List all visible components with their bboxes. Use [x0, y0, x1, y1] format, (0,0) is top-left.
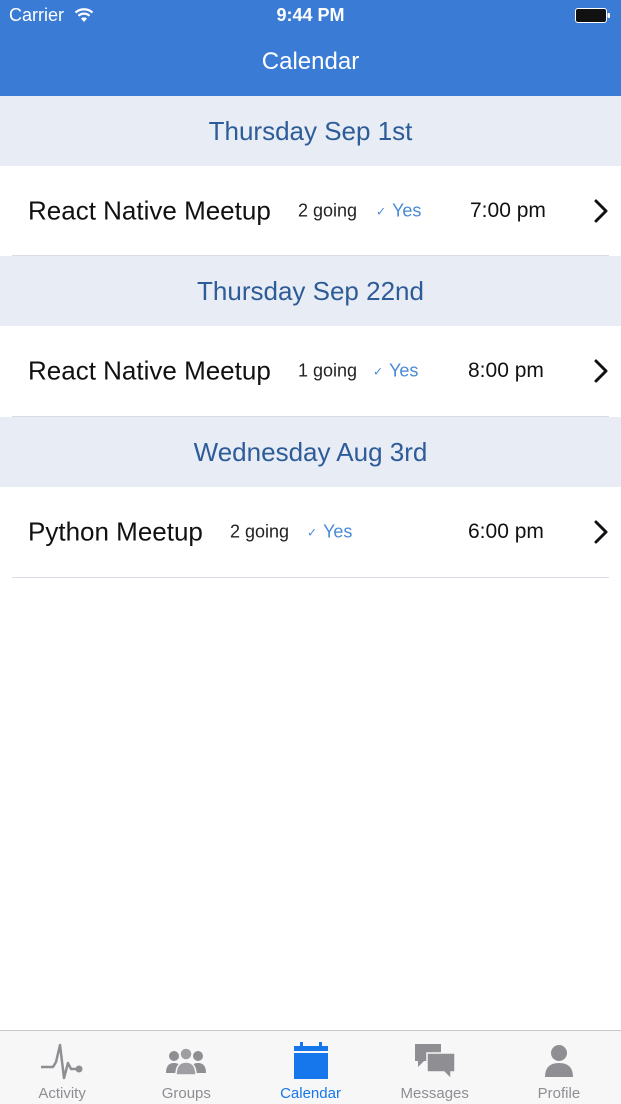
tab-activity[interactable]: Activity: [0, 1031, 124, 1104]
event-title: React Native Meetup: [28, 355, 271, 386]
tab-bar: Activity Groups Calendar Messages Profil…: [0, 1030, 621, 1104]
event-time: 6:00 pm: [468, 520, 544, 543]
date-section-header: Thursday Sep 22nd: [0, 256, 621, 326]
groups-icon: [166, 1047, 207, 1076]
event-title: Python Meetup: [28, 516, 203, 547]
tab-label: Profile: [537, 1085, 581, 1102]
profile-icon: [544, 1045, 573, 1077]
tab-groups[interactable]: Groups: [124, 1031, 248, 1104]
rsvp-label: Yes: [389, 360, 419, 381]
tab-label: Messages: [400, 1085, 469, 1102]
calendar-icon: [293, 1042, 328, 1079]
date-section-header: Wednesday Aug 3rd: [0, 417, 621, 487]
rsvp-label: Yes: [392, 200, 422, 221]
event-time: 7:00 pm: [470, 199, 546, 222]
status-time: 9:44 PM: [276, 5, 345, 25]
event-row[interactable]: React Native Meetup 1 going ✓ Yes 8:00 pm: [0, 326, 621, 416]
event-title: React Native Meetup: [28, 195, 271, 226]
tab-profile[interactable]: Profile: [497, 1031, 621, 1104]
event-going-count: 1 going: [298, 360, 358, 381]
event-going-count: 2 going: [230, 521, 290, 542]
nav-header: Carrier 9:44 PM Calendar: [0, 0, 621, 96]
event-row[interactable]: React Native Meetup 2 going ✓ Yes 7:00 pm: [0, 166, 621, 256]
tab-messages[interactable]: Messages: [373, 1031, 497, 1104]
event-rsvp-status: ✓ Yes: [307, 522, 352, 543]
messages-icon: [414, 1044, 456, 1081]
tab-label: Calendar: [280, 1085, 341, 1102]
check-icon: ✓: [307, 525, 318, 540]
rsvp-label: Yes: [323, 521, 353, 542]
page-title: Calendar: [261, 48, 360, 75]
chevron-right-icon: [594, 359, 608, 383]
chevron-right-icon: [594, 199, 608, 223]
chevron-right-icon: [594, 520, 608, 544]
row-divider: [12, 577, 609, 578]
event-time: 8:00 pm: [468, 359, 544, 382]
tab-label: Groups: [161, 1085, 211, 1102]
status-bar: Carrier 9:44 PM: [0, 0, 621, 32]
event-rsvp-status: ✓ Yes: [373, 361, 418, 382]
check-icon: ✓: [376, 204, 387, 219]
tab-calendar[interactable]: Calendar: [248, 1031, 372, 1104]
tab-label: Activity: [38, 1085, 86, 1102]
activity-icon: [41, 1043, 83, 1080]
battery-icon: [575, 8, 610, 23]
event-rsvp-status: ✓ Yes: [376, 201, 421, 222]
event-row[interactable]: Python Meetup 2 going ✓ Yes 6:00 pm: [0, 487, 621, 577]
check-icon: ✓: [373, 364, 384, 379]
event-going-count: 2 going: [298, 200, 358, 221]
date-section-header: Thursday Sep 1st: [0, 96, 621, 166]
